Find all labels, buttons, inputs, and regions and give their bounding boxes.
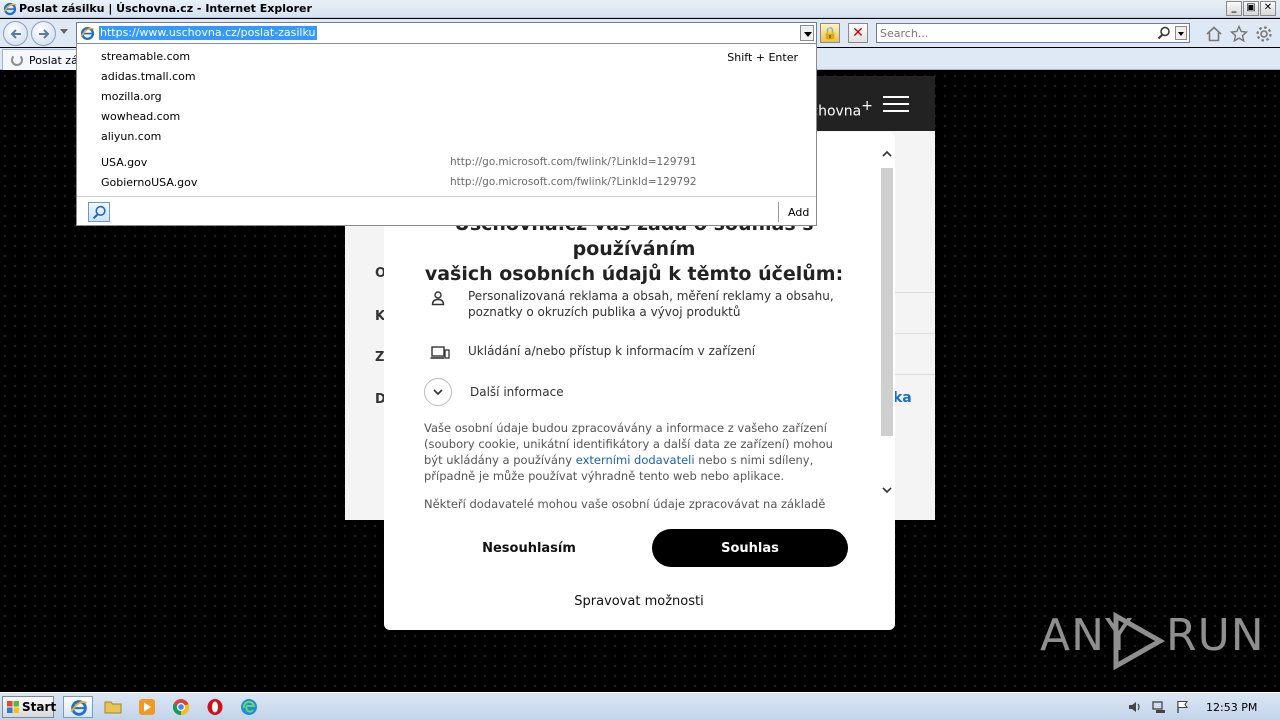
edge-icon [241, 699, 257, 715]
taskbar-chrome[interactable] [166, 696, 196, 718]
consent-description-continued: Někteří dodavatelé mohou vaše osobní úda… [424, 497, 826, 510]
taskbar-edge[interactable] [234, 696, 264, 718]
site-divider [890, 292, 935, 293]
opera-icon [207, 699, 223, 715]
network-icon[interactable] [1152, 700, 1166, 714]
taskbar-file-explorer[interactable] [98, 696, 128, 718]
system-tray: 12:53 PM [1118, 695, 1278, 719]
autocomplete-favorite-item[interactable]: GobiernoUSA.gov [101, 176, 197, 189]
address-autocomplete: Shift + Enter streamable.com adidas.tmal… [76, 43, 817, 226]
person-icon [431, 291, 445, 306]
autocomplete-history-item[interactable]: aliyun.com [101, 130, 161, 143]
purpose-text: Ukládání a/nebo přístup k informacím v z… [468, 344, 756, 358]
autocomplete-history-item[interactable]: wowhead.com [101, 110, 180, 123]
add-search-provider-button[interactable]: Add [788, 206, 809, 219]
purpose-text: Personalizovaná reklama a obsah, měření … [468, 289, 834, 319]
search-icon[interactable] [1157, 26, 1171, 40]
manage-options-button[interactable]: Spravovat možnosti [534, 584, 744, 618]
autocomplete-footer: Add [77, 196, 816, 226]
more-info-toggle[interactable] [424, 378, 452, 406]
internet-explorer-icon [3, 2, 17, 16]
lock-icon[interactable]: 🔒 [820, 23, 840, 43]
autocomplete-favorite-item[interactable]: USA.gov [101, 156, 147, 169]
back-button[interactable] [3, 21, 28, 46]
address-url[interactable]: https://www.uschovna.cz/poslat-zasilku [99, 26, 317, 40]
chevron-down-icon [433, 389, 443, 396]
site-divider [890, 374, 935, 375]
site-divider [890, 333, 935, 334]
watermark-text-right: RUN [1166, 610, 1265, 661]
taskbar-internet-explorer[interactable] [63, 696, 93, 718]
devices-icon [430, 346, 450, 359]
start-button[interactable]: Start [2, 696, 56, 718]
search-icon [92, 205, 106, 220]
page-ie-icon [80, 26, 95, 41]
action-center-flag-icon[interactable] [1176, 700, 1190, 714]
home-icon[interactable] [1205, 25, 1223, 43]
autocomplete-favorite-url: http://go.microsoft.com/fwlink/?LinkId=1… [450, 156, 697, 168]
vendors-link[interactable]: externími dodavateli [576, 453, 695, 467]
chrome-icon [172, 699, 190, 716]
chevron-up-icon[interactable] [881, 148, 893, 160]
address-dropdown-button[interactable] [800, 25, 814, 41]
site-link[interactable]: ka [893, 390, 912, 406]
autocomplete-history-item[interactable]: adidas.tmall.com [101, 70, 196, 83]
favorites-star-icon[interactable] [1230, 25, 1248, 43]
arrow-left-icon [10, 29, 21, 39]
window-titlebar: Poslat zásilku | Úschovna.cz - Internet … [0, 0, 1280, 18]
minimize-button[interactable]: _ [1226, 1, 1242, 16]
autocomplete-favorite-url: http://go.microsoft.com/fwlink/?LinkId=1… [450, 176, 697, 188]
volume-icon[interactable] [1128, 700, 1142, 714]
windows-flag-icon [7, 701, 19, 713]
accept-button[interactable]: Souhlas [652, 529, 848, 567]
folder-icon [104, 701, 122, 714]
taskbar: Start 12:53 PM [0, 692, 1280, 720]
chevron-down-icon[interactable] [881, 484, 893, 496]
address-bar[interactable]: https://www.uschovna.cz/poslat-zasilku [76, 22, 817, 44]
footer-separator [778, 202, 779, 222]
search-provider-button[interactable] [88, 202, 110, 222]
taskbar-opera[interactable] [200, 696, 230, 718]
search-provider-dropdown[interactable] [1175, 26, 1187, 40]
taskbar-clock[interactable]: 12:53 PM [1206, 701, 1257, 714]
arrow-right-icon [39, 29, 50, 39]
media-player-icon [139, 699, 155, 715]
window-title: Poslat zásilku | Úschovna.cz - Internet … [19, 2, 312, 15]
recent-pages-dropdown[interactable] [60, 29, 68, 34]
autocomplete-history-item[interactable]: mozilla.org [101, 90, 162, 103]
search-box[interactable] [876, 23, 1190, 43]
hamburger-menu-icon[interactable] [883, 96, 909, 112]
dialog-scrollbar[interactable] [879, 144, 895, 510]
taskbar-media-player[interactable] [132, 696, 162, 718]
autocomplete-shortcut-hint: Shift + Enter [727, 51, 798, 64]
play-logo-icon [1113, 612, 1166, 670]
consent-description: Vaše osobní údaje budou zpracovávány a i… [424, 421, 833, 483]
scrollbar-thumb[interactable] [881, 168, 893, 436]
loading-spinner-icon [11, 54, 23, 66]
internet-explorer-icon [70, 700, 88, 716]
decline-button[interactable]: Nesouhlasím [454, 530, 604, 566]
restore-button[interactable]: ▣ [1243, 1, 1259, 16]
forward-button[interactable] [31, 21, 56, 46]
gear-icon[interactable] [1255, 25, 1273, 43]
autocomplete-history-item[interactable]: streamable.com [101, 50, 190, 63]
search-input[interactable] [880, 26, 1150, 40]
more-info-label[interactable]: Další informace [470, 385, 564, 399]
close-window-button[interactable]: ✕ [1260, 1, 1276, 16]
stop-button[interactable]: ✕ [848, 23, 868, 43]
